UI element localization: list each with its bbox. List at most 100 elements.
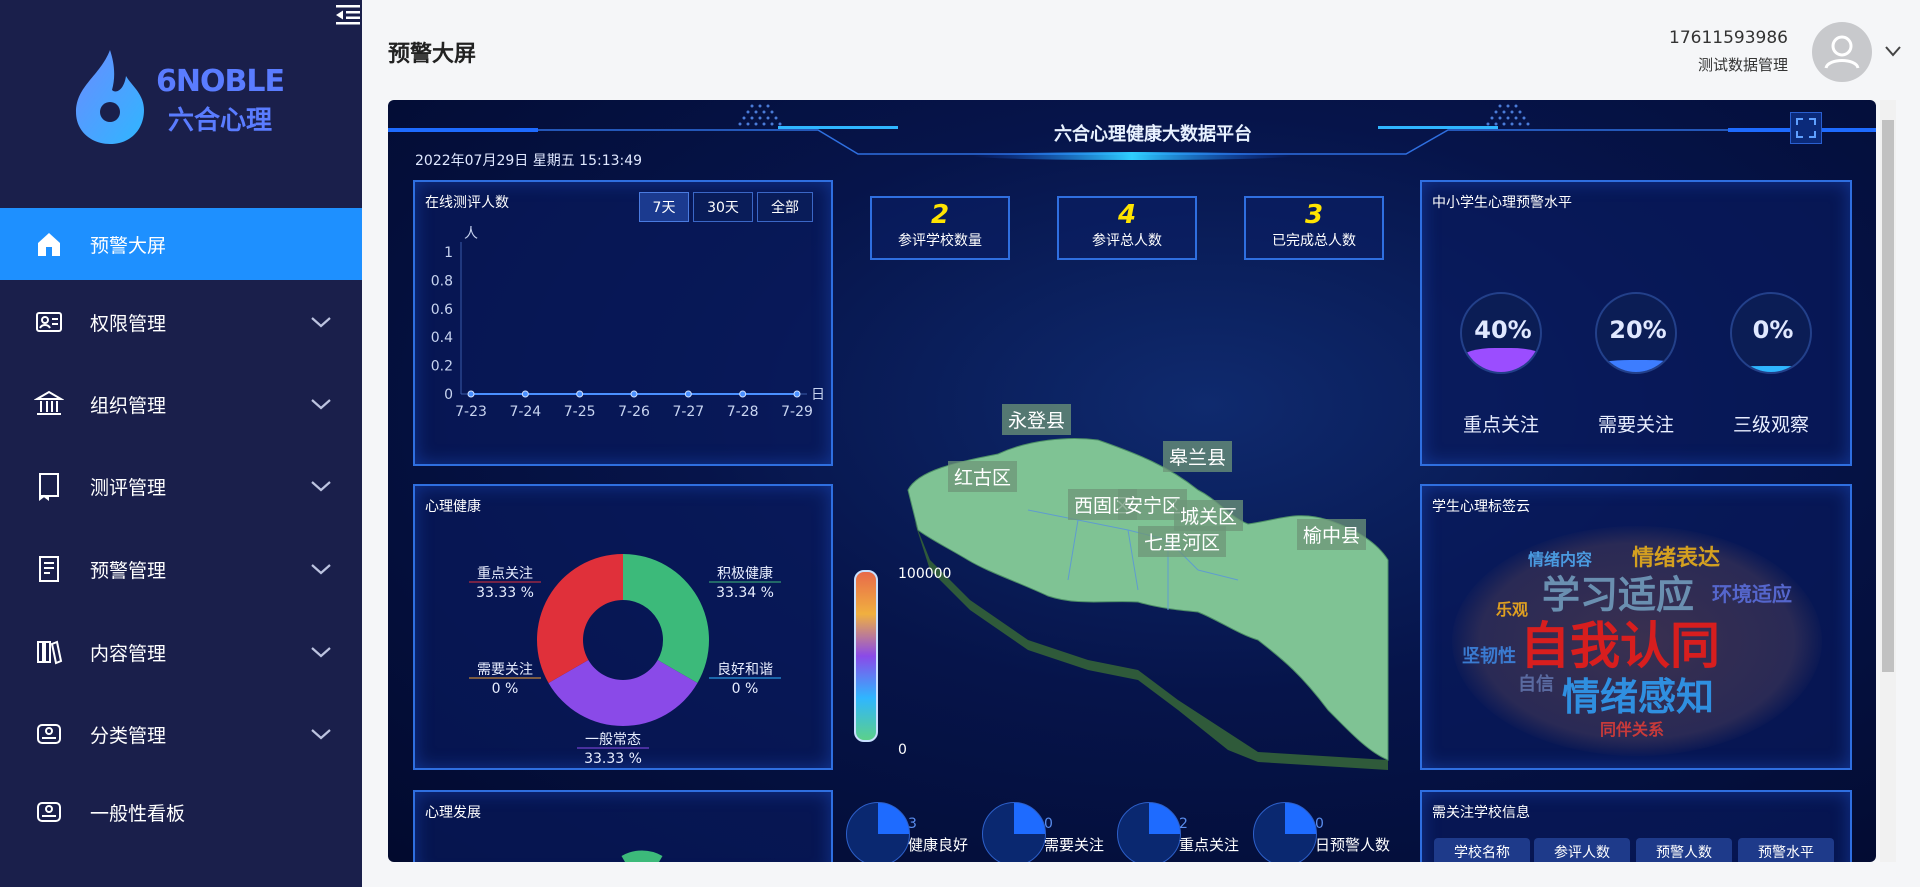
legend-max: 100000 [898, 566, 952, 582]
radar-label: 日预警人数 [1315, 836, 1391, 854]
slice-pct: 33.33 % [476, 585, 534, 601]
donut-slice [623, 554, 709, 684]
radar-value: 3 [908, 816, 917, 832]
warning-circle: 20% [1595, 292, 1677, 374]
tag-word: 同伴关系 [1600, 720, 1665, 739]
chevron-down-icon [311, 729, 331, 740]
book-icon [39, 473, 59, 501]
radar-label: 重点关注 [1179, 836, 1240, 854]
sidebar-item[interactable]: 预警管理 [0, 533, 362, 605]
health-donut-chart: 积极健康 33.34 % 良好和谐 0 % 一般常态 33.33 % 需要关注 0 % 重点关注… [469, 554, 781, 766]
collapse-menu-icon[interactable] [336, 4, 360, 26]
radar-icon [1117, 802, 1181, 862]
warning-label: 需要关注 [1597, 414, 1674, 436]
stat-completed-label: 已完成总人数 [1272, 233, 1356, 249]
stat-participants-label: 参评总人数 [1092, 233, 1162, 249]
avatar[interactable] [1812, 22, 1872, 82]
warning-pct: 40% [1474, 316, 1532, 344]
stat-completed-value: 3 [1304, 200, 1324, 230]
sidebar-item-label: 预警大屏 [90, 234, 167, 257]
color-legend-bar [854, 570, 878, 742]
stat-participants-value: 4 [1117, 200, 1137, 230]
legend-min: 0 [898, 742, 907, 758]
sidebar-item-label: 一般性看板 [90, 802, 186, 825]
tag-word: 自信 [1518, 674, 1554, 695]
scrollbar-thumb[interactable] [1882, 120, 1894, 672]
slice-label: 积极健康 [717, 565, 773, 582]
donut-slice [537, 554, 623, 683]
y-tick-label: 0.8 [431, 273, 453, 289]
radar-icon [846, 802, 910, 862]
radar-value: 0 [1315, 816, 1324, 832]
online-panel: 在线测评人数 7天 30天 全部 人 0 0.2 0.4 0.6 0.8 1 7-23 7-24… [413, 180, 833, 466]
school-panel-title: 需关注学校信息 [1432, 805, 1530, 821]
data-point [739, 390, 747, 398]
slice-label: 良好和谐 [717, 662, 773, 678]
page-title: 预警大屏 [388, 42, 477, 67]
scrollbar[interactable] [1880, 100, 1896, 862]
chevron-down-icon [311, 399, 331, 410]
y-axis-unit: 人 [464, 226, 478, 242]
document-icon [39, 556, 59, 582]
y-tick-label: 0.2 [431, 359, 453, 375]
sidebar-item[interactable]: 一般性看板 [0, 776, 362, 848]
map-label-qilihe: 七里河区 [1138, 526, 1227, 557]
sidebar-item-label: 测评管理 [90, 476, 167, 499]
x-tick-label: 7-25 [564, 404, 596, 420]
warning-circle: 0% [1730, 292, 1812, 374]
data-point [467, 390, 475, 398]
sidebar-item-label: 分类管理 [90, 724, 167, 747]
slice-label: 重点关注 [477, 566, 533, 582]
online-line-chart: 人 0 0.2 0.4 0.6 0.8 1 7-23 7-24 7-25 7-26 7-27 7-28 7… [431, 226, 825, 420]
warning-wave [1732, 366, 1810, 372]
sidebar-item[interactable]: 组织管理 [0, 368, 362, 440]
user-card-icon [36, 312, 62, 332]
y-tick-label: 1 [444, 245, 453, 261]
stat-schools-label: 参评学校数量 [898, 233, 982, 249]
chevron-down-icon [311, 564, 331, 575]
chevron-down-icon [311, 317, 331, 328]
x-tick-label: 7-29 [781, 404, 813, 420]
chevron-down-icon[interactable] [1884, 44, 1902, 58]
bank-icon [34, 390, 64, 415]
x-tick-label: 7-24 [509, 404, 541, 420]
stat-completed: 3 已完成总人数 [1244, 196, 1384, 260]
tag-word: 乐观 [1496, 600, 1529, 619]
tagcloud-panel: 学生心理标签云 自我认同 情绪感知 学习适应 情绪表达 环境适应 情绪内容 乐观… [1420, 484, 1852, 770]
warning-wave [1597, 360, 1675, 372]
data-point [684, 390, 692, 398]
stat-participants: 4 参评总人数 [1057, 196, 1197, 260]
dashboard-screen: 六合心理健康大数据平台 2022年07月29日 星期五 15:13:49 在线测… [388, 100, 1876, 862]
fullscreen-button[interactable] [1790, 112, 1822, 144]
development-chart-partial [621, 850, 663, 862]
y-tick-label: 0.4 [431, 330, 453, 346]
warning-label: 三级观察 [1732, 414, 1809, 436]
user-phone: 17611593986 [1669, 28, 1788, 48]
sidebar-item[interactable]: 分类管理 [0, 698, 362, 770]
sidebar-item[interactable]: 内容管理 [0, 616, 362, 688]
sidebar-item-label: 组织管理 [90, 394, 167, 417]
sidebar-item[interactable]: 预警大屏 [0, 208, 362, 280]
map-label-honggu: 红古区 [948, 461, 1018, 492]
sidebar-item[interactable]: 测评管理 [0, 450, 362, 522]
chevron-down-icon [311, 481, 331, 492]
table-header-cell: 学校名称 [1434, 838, 1530, 862]
slice-label: 需要关注 [477, 662, 533, 678]
sidebar-item[interactable]: 权限管理 [0, 286, 362, 358]
stat-schools-value: 2 [930, 200, 950, 230]
home-icon [38, 233, 60, 256]
sidebar-item-label: 内容管理 [90, 642, 167, 665]
fullscreen-icon [1796, 118, 1816, 138]
radar-label: 健康良好 [908, 836, 969, 854]
warning-pct: 0% [1752, 316, 1794, 344]
data-point [793, 390, 801, 398]
health-panel: 心理健康 积极健康 33.34 % 良好和谐 0 % 一般常态 33.33 % 需要关注 0 … [413, 484, 833, 770]
sidebar-item-label: 权限管理 [90, 312, 167, 335]
radar-icon [982, 802, 1046, 862]
slice-pct: 33.34 % [716, 585, 774, 601]
y-tick-label: 0 [444, 387, 453, 403]
user-org: 测试数据管理 [1697, 56, 1788, 74]
sidebar: 6NOBLE 六合心理 预警大屏 权限管理 组织管理 测评管理 预警管理 内容管… [0, 0, 362, 887]
radar-label: 需要关注 [1044, 836, 1105, 854]
data-point [576, 390, 584, 398]
